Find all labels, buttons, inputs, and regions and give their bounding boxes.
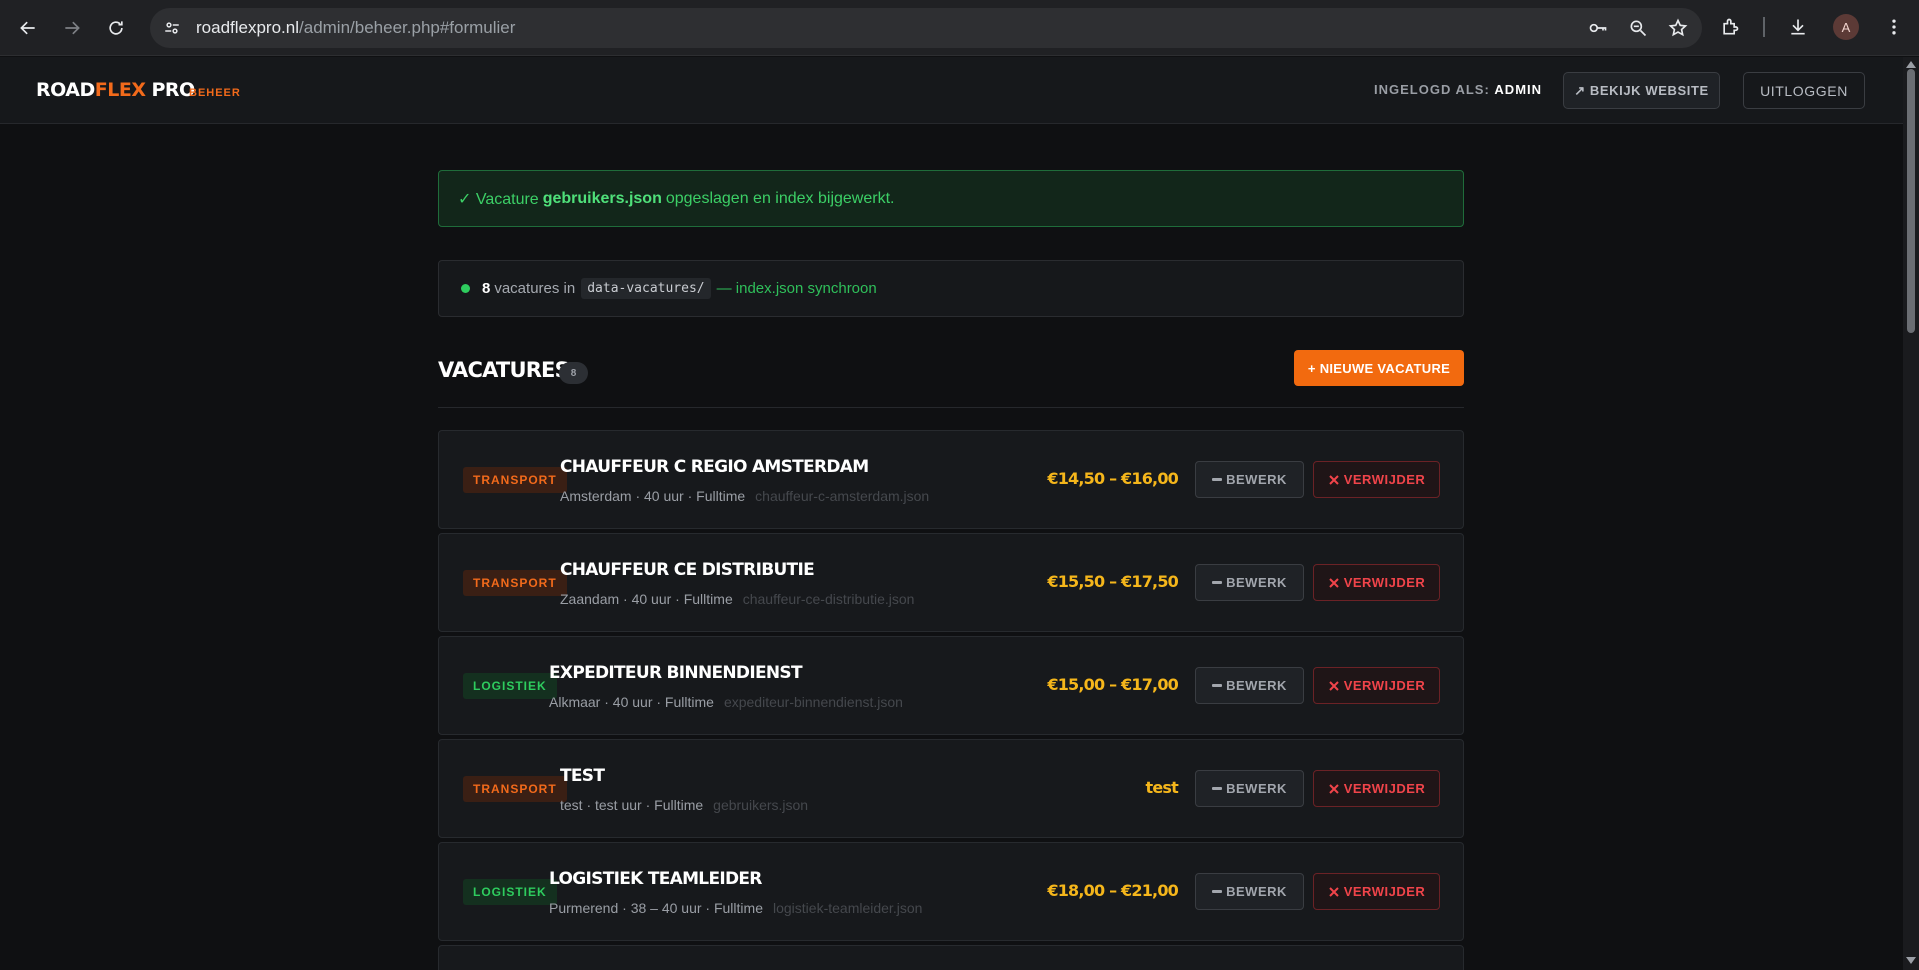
logged-in-user: ADMIN [1494, 82, 1543, 97]
delete-button[interactable]: VERWIJDER [1313, 461, 1440, 498]
edit-icon [1212, 581, 1223, 584]
vacancy-row: TRANSPORT TEST test · test uur · Fulltim… [438, 739, 1464, 838]
vacancy-salary: €15,50 – €17,50 [1047, 572, 1178, 591]
close-icon [1329, 783, 1339, 794]
close-icon [1329, 886, 1339, 897]
vacancy-file: gebruikers.json [713, 797, 809, 813]
edit-button[interactable]: BEWERK [1195, 564, 1304, 601]
vacancy-file: expediteur-binnendienst.json [723, 694, 903, 710]
vacancies-header: VACATURES 8 + NIEUWE VACATURE [438, 350, 1464, 408]
edit-button[interactable]: BEWERK [1195, 873, 1304, 910]
vacancy-file: chauffeur-ce-distributie.json [742, 591, 915, 607]
vacancy-title: CHAUFFEUR C REGIO AMSTERDAM [560, 457, 869, 477]
new-vacancy-button[interactable]: + NIEUWE VACATURE [1294, 350, 1464, 386]
logo-flex: FLEX [94, 79, 146, 101]
vacancy-count: 8 [482, 280, 491, 297]
category-badge: LOGISTIEK [463, 879, 557, 905]
bookmark-star-icon[interactable] [1664, 14, 1692, 42]
logout-button[interactable]: UITLOGGEN [1743, 72, 1865, 109]
count-badge: 8 [559, 362, 588, 384]
profile-avatar[interactable]: A [1831, 12, 1861, 42]
success-alert: ✓ Vacature gebruikers.json opgeslagen en i… [438, 170, 1464, 227]
edit-button[interactable]: BEWERK [1195, 667, 1304, 704]
vacancy-file: logistiek-teamleider.json [772, 900, 923, 916]
address-bar[interactable]: roadflexpro.nl/admin/beheer.php#formulie… [150, 8, 1702, 48]
close-icon [1329, 577, 1339, 588]
vacancy-title: EXPEDITEUR BINNENDIENST [549, 663, 803, 683]
vacancy-title: TEST [560, 766, 605, 786]
forward-icon[interactable] [56, 12, 88, 44]
logged-in-status: INGELOGD ALS: ADMIN [1374, 82, 1543, 97]
edit-icon [1212, 478, 1223, 481]
vacancy-salary: €15,00 – €17,00 [1047, 675, 1178, 694]
vacancy-row: TRANSPORT CHAUFFEUR C REGIO AMSTERDAM Am… [438, 430, 1464, 529]
view-website-button[interactable]: ↗ BEKIJK WEBSITE [1563, 72, 1720, 109]
scroll-down-arrow[interactable] [1906, 957, 1916, 964]
scroll-up-arrow[interactable] [1906, 61, 1916, 68]
browser-toolbar: roadflexpro.nl/admin/beheer.php#formulie… [0, 0, 1919, 56]
logo[interactable]: ROADFLEX PRO [36, 79, 195, 101]
url-text: roadflexpro.nl/admin/beheer.php#formulie… [196, 18, 516, 37]
category-badge: LOGISTIEK [463, 673, 557, 699]
delete-button[interactable]: VERWIJDER [1313, 873, 1440, 910]
menu-kebab-icon[interactable] [1879, 12, 1909, 42]
delete-button[interactable]: VERWIJDER [1313, 564, 1440, 601]
vacancy-file: chauffeur-c-amsterdam.json [755, 488, 930, 504]
edit-icon [1212, 890, 1223, 893]
vacancy-salary: €14,50 – €16,00 [1047, 469, 1178, 488]
scroll-thumb[interactable] [1907, 69, 1915, 333]
download-icon[interactable] [1783, 12, 1813, 42]
password-key-icon[interactable] [1584, 14, 1612, 42]
vacancy-salary: €18,00 – €21,00 [1047, 881, 1178, 900]
vacancy-title: LOGISTIEK TEAMLEIDER [549, 869, 762, 889]
delete-button[interactable]: VERWIJDER [1313, 770, 1440, 807]
edit-button[interactable]: BEWERK [1195, 461, 1304, 498]
close-icon [1329, 680, 1339, 691]
toolbar-divider [1763, 17, 1765, 37]
folder-code: data-vacatures/ [581, 278, 711, 299]
vacancy-meta: Zaandam · 40 uur · Fulltime chauffeur-ce-… [560, 591, 915, 607]
vacancy-salary: test [1145, 778, 1179, 797]
zoom-icon[interactable] [1624, 14, 1652, 42]
edit-icon [1212, 684, 1223, 687]
edit-icon [1212, 787, 1223, 790]
extensions-icon[interactable] [1715, 12, 1745, 42]
vacancy-meta: Alkmaar · 40 uur · Fulltime expediteur-bi… [549, 694, 903, 710]
alert-file: gebruikers.json [542, 189, 662, 207]
delete-button[interactable]: VERWIJDER [1313, 667, 1440, 704]
page-scrollbar[interactable] [1903, 57, 1919, 970]
site-info-icon[interactable] [158, 14, 186, 42]
app-header: ROADFLEX PRO BEHEER INGELOGD ALS: ADMIN … [0, 57, 1903, 124]
vacancy-meta: Purmerend · 38 – 40 uur · Fulltime logist… [549, 900, 923, 916]
section-title: VACATURES [438, 358, 570, 382]
reload-icon[interactable] [100, 12, 132, 44]
vacancy-row: LOGISTIEK LOGISTIEK TEAMLEIDER Purmerend… [438, 842, 1464, 941]
section-tag: BEHEER [189, 87, 241, 99]
category-badge: TRANSPORT [463, 776, 567, 802]
back-icon[interactable] [12, 12, 44, 44]
vacancy-row: LOGISTIEK EXPEDITEUR BINNENDIENST Alkmaa… [438, 636, 1464, 735]
close-icon [1329, 474, 1339, 485]
vacancy-title: CHAUFFEUR CE DISTRIBUTIE [560, 560, 815, 580]
vacancy-meta: Amsterdam · 40 uur · Fulltime chauffeur-c… [560, 488, 930, 504]
sync-text: — index.json synchroon [716, 280, 877, 297]
status-dot [461, 284, 470, 293]
edit-button[interactable]: BEWERK [1195, 770, 1304, 807]
category-badge: TRANSPORT [463, 467, 567, 493]
vacancy-row [438, 945, 1464, 970]
category-badge: TRANSPORT [463, 570, 567, 596]
vacancy-meta: test · test uur · Fulltime gebruikers.jso… [560, 797, 809, 813]
logo-road: ROAD [36, 79, 95, 101]
sync-status: 8 vacatures in data-vacatures/ — index.j… [438, 260, 1464, 317]
vacancy-row: TRANSPORT CHAUFFEUR CE DISTRIBUTIE Zaand… [438, 533, 1464, 632]
